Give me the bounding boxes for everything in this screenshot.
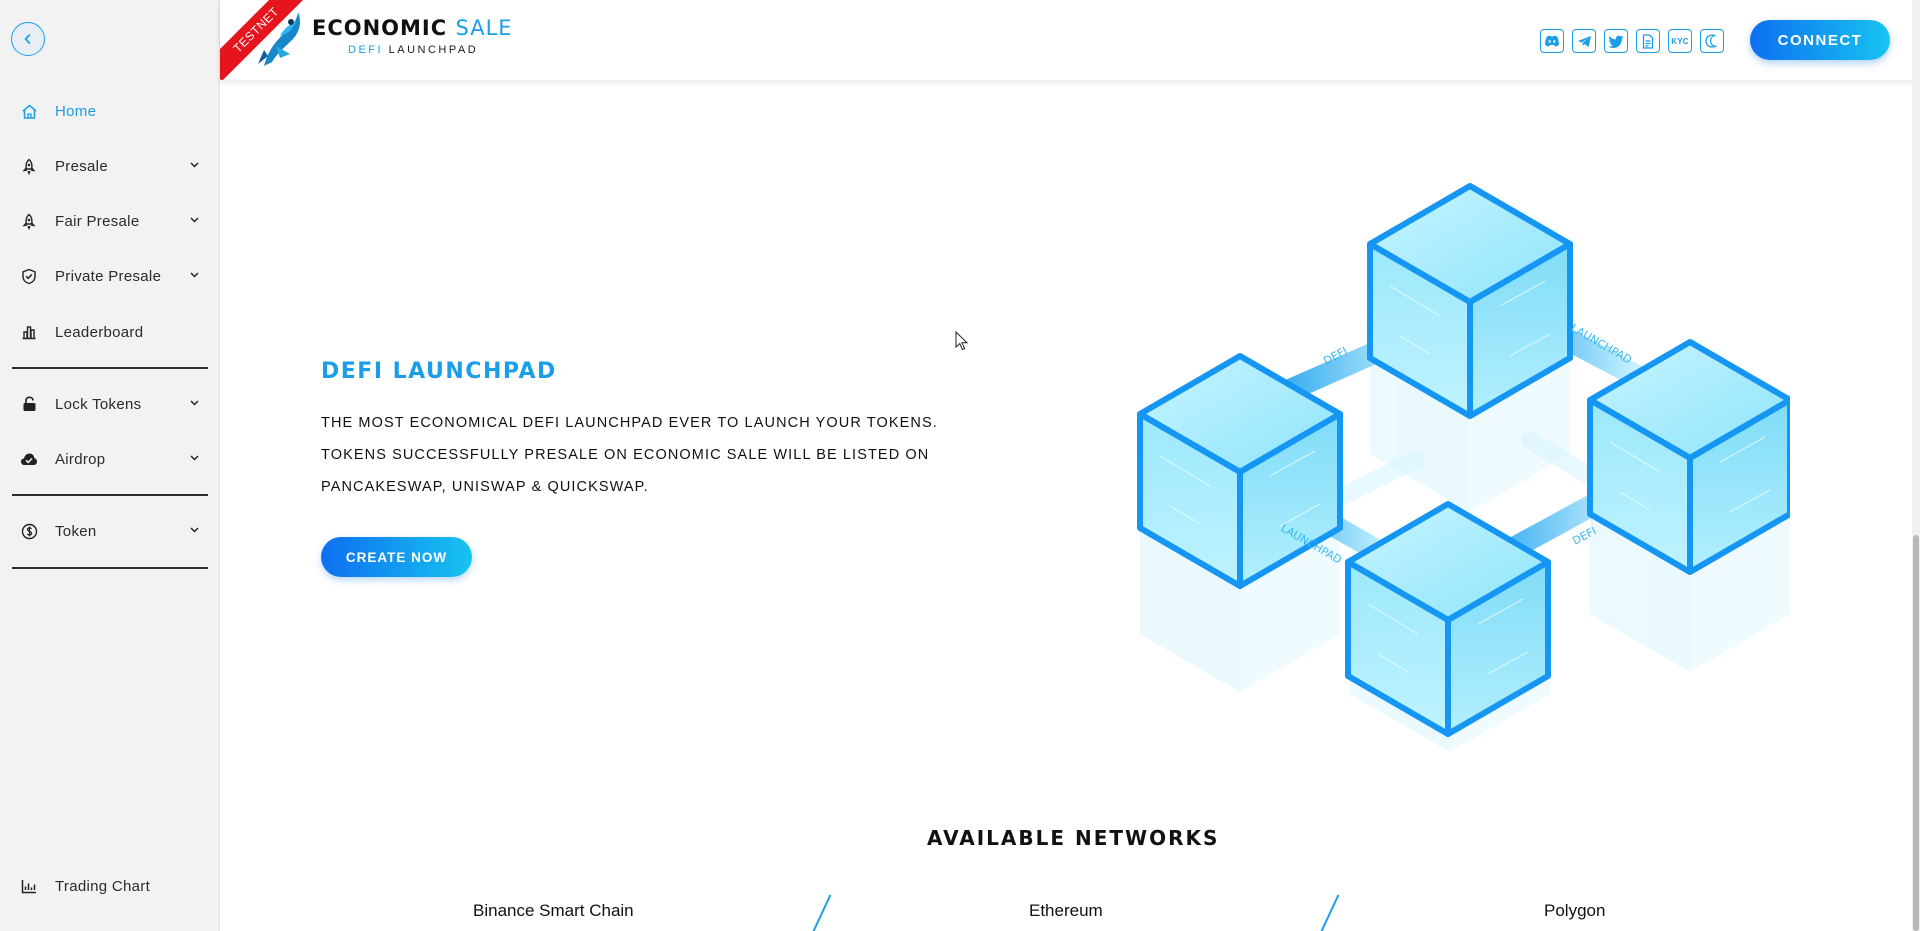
sidebar-item-label: Leaderboard [55, 323, 144, 341]
network-polygon[interactable]: Polygon [1544, 901, 1605, 921]
hero-description: THE MOST ECONOMICAL DEFI LAUNCHPAD EVER … [321, 407, 1021, 503]
chevron-down-icon [188, 269, 200, 281]
blockchain-cubes-illustration: DEFI LAUNCHPAD LAUNCHPAD DEFI [1130, 170, 1790, 752]
brand[interactable]: ECONOMIC SALE DEFI LAUNCHPAD [312, 16, 513, 56]
coin-icon [20, 522, 38, 540]
shield-check-icon [20, 267, 38, 285]
brand-subtitle-part2: LAUNCHPAD [388, 44, 479, 56]
bar-chart-icon [20, 323, 38, 341]
collapse-sidebar-button[interactable] [11, 22, 45, 56]
discord-icon[interactable] [1540, 29, 1564, 53]
brand-title-part1: ECONOMIC [312, 16, 448, 40]
kyc-icon[interactable]: KYC [1668, 29, 1692, 53]
chevron-down-icon [188, 524, 200, 536]
twitter-icon[interactable] [1604, 29, 1628, 53]
create-now-button[interactable]: CREATE NOW [321, 537, 472, 577]
app-root: Home Presale Fair Presale Private Presal… [0, 0, 1920, 931]
sidebar-divider [12, 494, 208, 496]
brand-subtitle: DEFI LAUNCHPAD [348, 44, 513, 56]
connect-wallet-button[interactable]: CONNECT [1750, 20, 1890, 60]
sidebar-item-label: Trading Chart [55, 877, 151, 895]
chart-icon [20, 877, 38, 895]
hero-line-2: TOKENS SUCCESSFULLY PRESALE ON ECONOMIC … [321, 447, 930, 463]
hero-title: DEFI LAUNCHPAD [321, 359, 557, 384]
chevron-down-icon [188, 214, 200, 226]
sidebar-item-trading-chart[interactable]: Trading Chart [0, 866, 220, 906]
chevron-down-icon [188, 452, 200, 464]
mouse-cursor-icon [955, 331, 969, 351]
sidebar-divider [12, 567, 208, 569]
chevron-down-icon [188, 159, 200, 171]
available-networks-title: AVAILABLE NETWORKS [927, 826, 1220, 850]
network-separator [1320, 894, 1340, 931]
sidebar-item-leaderboard[interactable]: Leaderboard [0, 312, 220, 352]
home-icon [20, 102, 38, 120]
kyc-label: KYC [1671, 36, 1689, 46]
sidebar-divider [12, 367, 208, 369]
top-header: TESTNET ECONOMIC SALE DEFI LAUNCHPAD KYC… [220, 0, 1920, 80]
sidebar-item-presale[interactable]: Presale [0, 146, 220, 186]
sidebar-item-label: Lock Tokens [55, 395, 142, 413]
sidebar-item-fair-presale[interactable]: Fair Presale [0, 201, 220, 241]
sidebar-item-label: Home [55, 102, 97, 120]
chevron-down-icon [188, 397, 200, 409]
network-separator [812, 894, 832, 931]
rocket-icon [20, 157, 38, 175]
network-binance-smart-chain[interactable]: Binance Smart Chain [473, 901, 634, 921]
document-icon[interactable] [1636, 29, 1660, 53]
network-ethereum[interactable]: Ethereum [1029, 901, 1103, 921]
rocket-icon [20, 212, 38, 230]
logo-icon[interactable] [250, 6, 306, 72]
brand-subtitle-part1: DEFI [348, 44, 384, 56]
chevron-left-icon [24, 34, 31, 44]
sidebar-item-lock-tokens[interactable]: Lock Tokens [0, 384, 220, 424]
telegram-icon[interactable] [1572, 29, 1596, 53]
sidebar: Home Presale Fair Presale Private Presal… [0, 0, 220, 931]
hero-line-3: PANCAKESWAP, UNISWAP & QUICKSWAP. [321, 479, 649, 495]
sidebar-item-private-presale[interactable]: Private Presale [0, 256, 220, 296]
sidebar-item-label: Presale [55, 157, 108, 175]
moon-icon[interactable] [1700, 29, 1724, 53]
sidebar-item-label: Token [55, 522, 97, 540]
cloud-check-icon [20, 450, 38, 468]
sidebar-item-label: Airdrop [55, 450, 106, 468]
scrollbar-thumb[interactable] [1913, 535, 1919, 931]
hero-line-1: THE MOST ECONOMICAL DEFI LAUNCHPAD EVER … [321, 415, 938, 431]
sidebar-item-label: Fair Presale [55, 212, 140, 230]
brand-title: ECONOMIC SALE [312, 16, 513, 40]
lock-icon [20, 395, 38, 413]
sidebar-item-label: Private Presale [55, 267, 162, 285]
sidebar-item-airdrop[interactable]: Airdrop [0, 439, 220, 479]
sidebar-item-home[interactable]: Home [0, 91, 220, 131]
brand-title-part2: SALE [455, 16, 513, 40]
sidebar-item-token[interactable]: Token [0, 511, 220, 551]
